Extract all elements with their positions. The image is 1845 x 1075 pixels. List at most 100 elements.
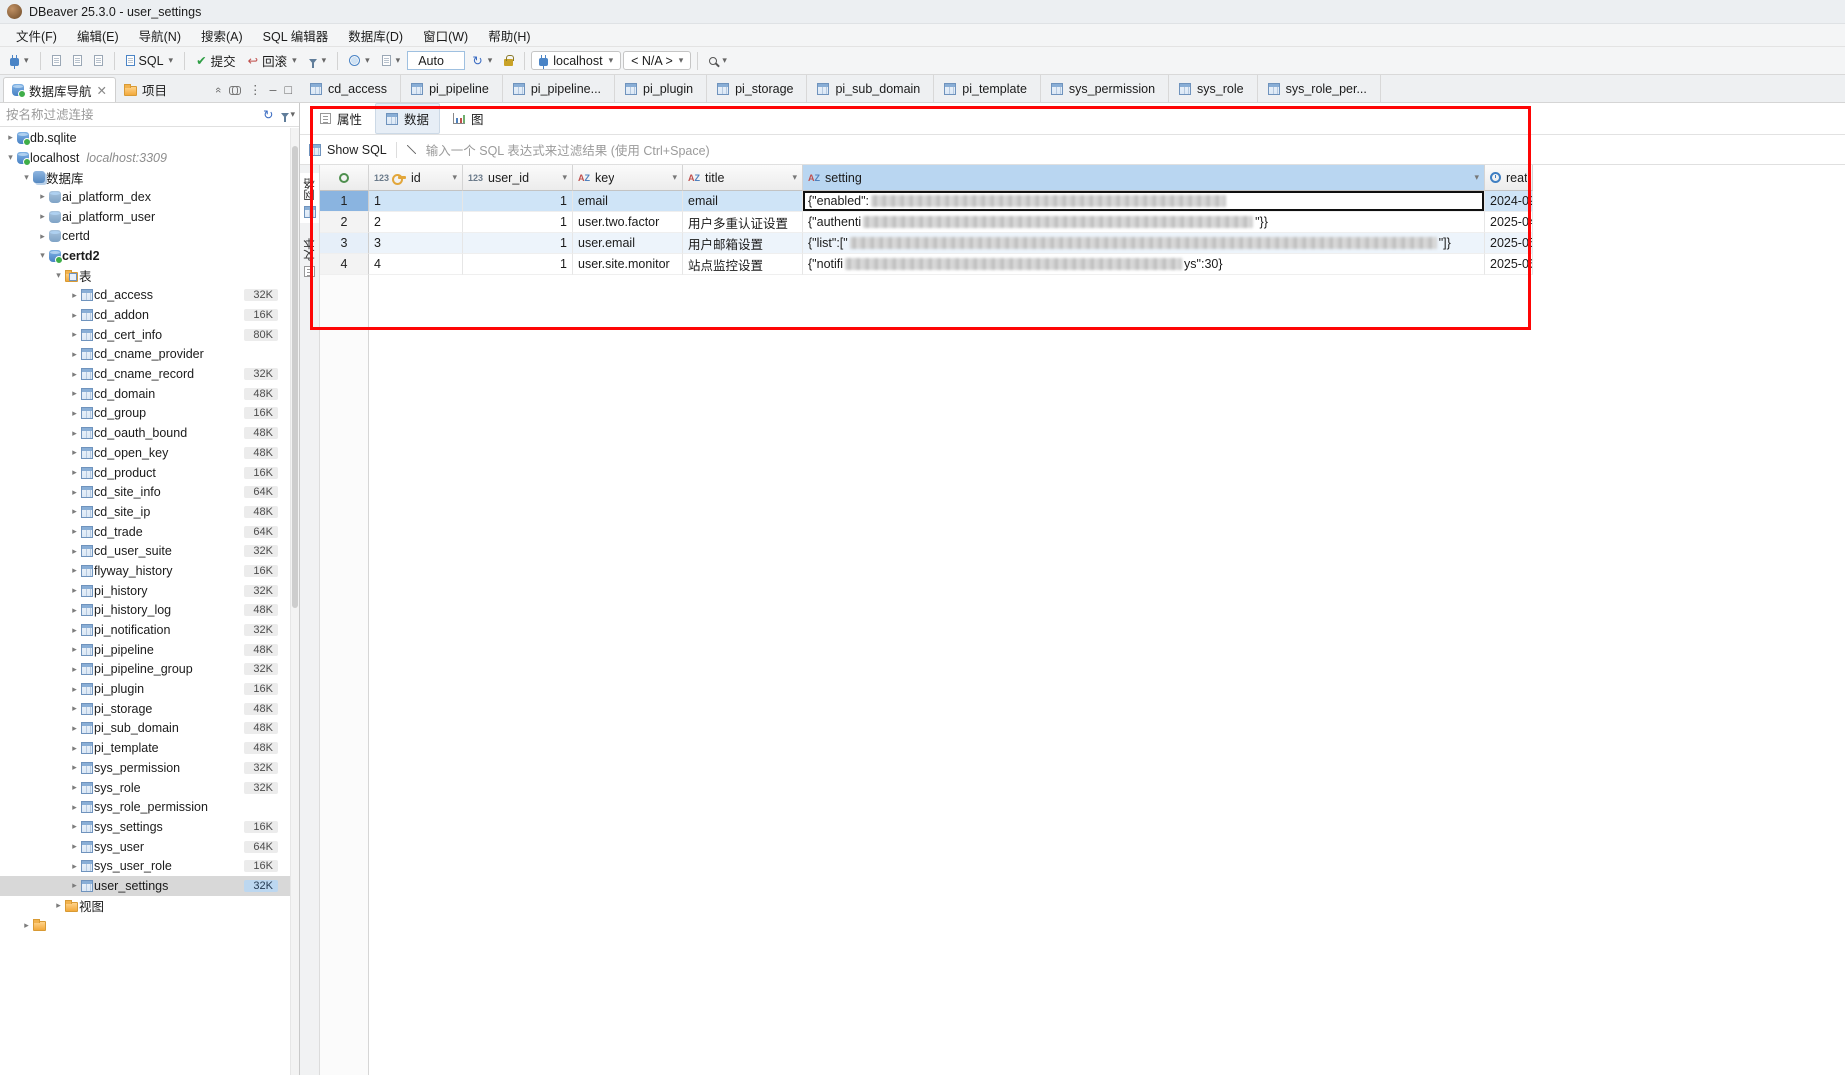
cell-setting[interactable]: {"enabled": bbox=[803, 191, 1485, 212]
cell-key[interactable]: email bbox=[573, 191, 683, 212]
chevron-right-icon[interactable]: ▸ bbox=[68, 565, 81, 576]
tree-item-localhost[interactable]: ▾localhostlocalhost:3309 bbox=[0, 148, 290, 168]
expand-filter-icon[interactable] bbox=[406, 144, 417, 155]
cell-title[interactable]: 站点监控设置 bbox=[683, 254, 803, 275]
chevron-down-icon[interactable]: ▾ bbox=[20, 172, 33, 183]
tree-item-cd_oauth_bound[interactable]: ▸cd_oauth_bound48K bbox=[0, 423, 290, 443]
filter-funnel-icon[interactable] bbox=[281, 113, 289, 118]
tree-item-pi_plugin[interactable]: ▸pi_plugin16K bbox=[0, 679, 290, 699]
chevron-right-icon[interactable]: ▸ bbox=[68, 290, 81, 301]
connection-filter-input[interactable] bbox=[0, 106, 263, 124]
collapse-all-icon[interactable]: « bbox=[212, 86, 224, 92]
chevron-right-icon[interactable]: ▸ bbox=[68, 506, 81, 517]
tree-item-sys_role[interactable]: ▸sys_role32K bbox=[0, 778, 290, 798]
tree-item-cd_trade[interactable]: ▸cd_trade64K bbox=[0, 522, 290, 542]
tree-item-sys_permission[interactable]: ▸sys_permission32K bbox=[0, 758, 290, 778]
row-number-cell[interactable]: 1 bbox=[320, 191, 369, 212]
column-header-reate[interactable]: reate... bbox=[1485, 165, 1533, 191]
editor-tab-sys_permission[interactable]: sys_permission bbox=[1041, 75, 1169, 102]
editor-tab-cd_access[interactable]: cd_access bbox=[300, 75, 401, 102]
tree-item-db.sqlite[interactable]: ▸db.sqlite bbox=[0, 128, 290, 148]
chevron-right-icon[interactable]: ▸ bbox=[68, 664, 81, 675]
readonly-toggle-button[interactable] bbox=[499, 52, 518, 69]
tree-item-pi_history_log[interactable]: ▸pi_history_log48K bbox=[0, 601, 290, 621]
tree-item-cd_user_suite[interactable]: ▸cd_user_suite32K bbox=[0, 541, 290, 561]
cell-user-id[interactable]: 1 bbox=[463, 233, 573, 254]
cell-id[interactable]: 3 bbox=[369, 233, 463, 254]
tree-item-cd_cname_record[interactable]: ▸cd_cname_record32K bbox=[0, 364, 290, 384]
tree-item-pi_notification[interactable]: ▸pi_notification32K bbox=[0, 620, 290, 640]
editor-tab-sys_role[interactable]: sys_role bbox=[1169, 75, 1258, 102]
network-button[interactable]: ▾ bbox=[344, 52, 375, 69]
new-sql-editor-button[interactable] bbox=[47, 52, 66, 69]
cell-user-id[interactable]: 1 bbox=[463, 212, 573, 233]
show-sql-button[interactable]: Show SQL bbox=[309, 143, 387, 157]
presentation-tab-text[interactable]: 文本 bbox=[300, 233, 319, 282]
cell-user-id[interactable]: 1 bbox=[463, 254, 573, 275]
column-header-title[interactable]: AZtitle▾ bbox=[683, 165, 803, 191]
chevron-right-icon[interactable]: ▸ bbox=[68, 605, 81, 616]
chevron-right-icon[interactable]: ▸ bbox=[68, 310, 81, 321]
editor-tab-pi_pipeline[interactable]: pi_pipeline bbox=[401, 75, 503, 102]
column-dropdown-icon[interactable]: ▾ bbox=[562, 172, 567, 183]
editor-tab-sys_role_per[interactable]: sys_role_per... bbox=[1258, 75, 1381, 102]
new-connection-button[interactable]: ▾ bbox=[5, 52, 34, 69]
close-icon[interactable]: ✕ bbox=[97, 83, 107, 98]
recent-sql-button[interactable] bbox=[89, 52, 108, 69]
chevron-right-icon[interactable]: ▸ bbox=[68, 329, 81, 340]
tree-item-pi_pipeline_group[interactable]: ▸pi_pipeline_group32K bbox=[0, 660, 290, 680]
chevron-right-icon[interactable]: ▸ bbox=[68, 526, 81, 537]
chevron-right-icon[interactable]: ▸ bbox=[52, 900, 65, 911]
tree-item-cd_group[interactable]: ▸cd_group16K bbox=[0, 404, 290, 424]
chevron-right-icon[interactable]: ▸ bbox=[68, 349, 81, 360]
cell-id[interactable]: 2 bbox=[369, 212, 463, 233]
cell-key[interactable]: user.email bbox=[573, 233, 683, 254]
chevron-right-icon[interactable]: ▸ bbox=[36, 231, 49, 242]
cell-created[interactable]: 2025-06- bbox=[1485, 254, 1533, 275]
chevron-right-icon[interactable]: ▸ bbox=[68, 743, 81, 754]
chevron-down-icon[interactable]: ▾ bbox=[36, 250, 49, 261]
chevron-right-icon[interactable]: ▸ bbox=[68, 467, 81, 478]
chevron-right-icon[interactable]: ▸ bbox=[68, 861, 81, 872]
cell-title[interactable]: 用户多重认证设置 bbox=[683, 212, 803, 233]
chevron-right-icon[interactable]: ▸ bbox=[68, 428, 81, 439]
chevron-right-icon[interactable]: ▸ bbox=[68, 546, 81, 557]
menu-item[interactable]: SQL 编辑器 bbox=[253, 24, 339, 47]
editor-tab-pi_pipeline[interactable]: pi_pipeline... bbox=[503, 75, 615, 102]
chevron-right-icon[interactable]: ▸ bbox=[68, 684, 81, 695]
link-with-editor-icon[interactable] bbox=[229, 86, 241, 93]
refresh-button[interactable]: ↻ ▾ bbox=[467, 50, 497, 71]
chevron-down-icon[interactable]: ▾ bbox=[290, 109, 295, 120]
column-dropdown-icon[interactable]: ▾ bbox=[672, 172, 677, 183]
chevron-right-icon[interactable]: ▸ bbox=[68, 625, 81, 636]
tab-data[interactable]: 数据 bbox=[375, 103, 440, 134]
sync-selection-icon[interactable]: ↻ bbox=[263, 107, 273, 122]
tree-item-ai_platform_dex[interactable]: ▸ai_platform_dex bbox=[0, 187, 290, 207]
tree-item-sys_user[interactable]: ▸sys_user64K bbox=[0, 837, 290, 857]
result-filter-placeholder[interactable]: 输入一个 SQL 表达式来过滤结果 (使用 Ctrl+Space) bbox=[426, 140, 710, 159]
column-header-user_id[interactable]: 123user_id▾ bbox=[463, 165, 573, 191]
column-dropdown-icon[interactable]: ▾ bbox=[792, 172, 797, 183]
sql-editor-dropdown-button[interactable]: SQL ▾ bbox=[121, 51, 179, 71]
chevron-right-icon[interactable]: ▸ bbox=[4, 132, 17, 143]
cell-created[interactable]: 2024-09- bbox=[1485, 191, 1533, 212]
chevron-right-icon[interactable]: ▸ bbox=[68, 644, 81, 655]
editor-tab-pi_storage[interactable]: pi_storage bbox=[707, 75, 807, 102]
tree-item-flyway_history[interactable]: ▸flyway_history16K bbox=[0, 561, 290, 581]
editor-tab-pi_template[interactable]: pi_template bbox=[934, 75, 1041, 102]
chevron-right-icon[interactable]: ▸ bbox=[68, 841, 81, 852]
rollback-button[interactable]: ↩ 回滚 ▾ bbox=[243, 48, 302, 73]
export-button[interactable]: ▾ bbox=[377, 52, 406, 69]
chevron-right-icon[interactable]: ▸ bbox=[68, 802, 81, 813]
column-dropdown-icon[interactable]: ▾ bbox=[452, 172, 457, 183]
cell-key[interactable]: user.site.monitor bbox=[573, 254, 683, 275]
chevron-right-icon[interactable]: ▸ bbox=[36, 191, 49, 202]
menu-item[interactable]: 搜索(A) bbox=[191, 24, 253, 47]
cell-created[interactable]: 2025-04- bbox=[1485, 212, 1533, 233]
chevron-right-icon[interactable]: ▸ bbox=[20, 920, 33, 931]
tree-item-sys_role_permission[interactable]: ▸sys_role_permission bbox=[0, 797, 290, 817]
tree-item-cd_cname_provider[interactable]: ▸cd_cname_provider bbox=[0, 345, 290, 365]
tree-item-数据库[interactable]: ▾数据库 bbox=[0, 167, 290, 187]
row-number-cell[interactable]: 2 bbox=[320, 212, 369, 233]
maximize-icon[interactable]: □ bbox=[284, 83, 292, 97]
